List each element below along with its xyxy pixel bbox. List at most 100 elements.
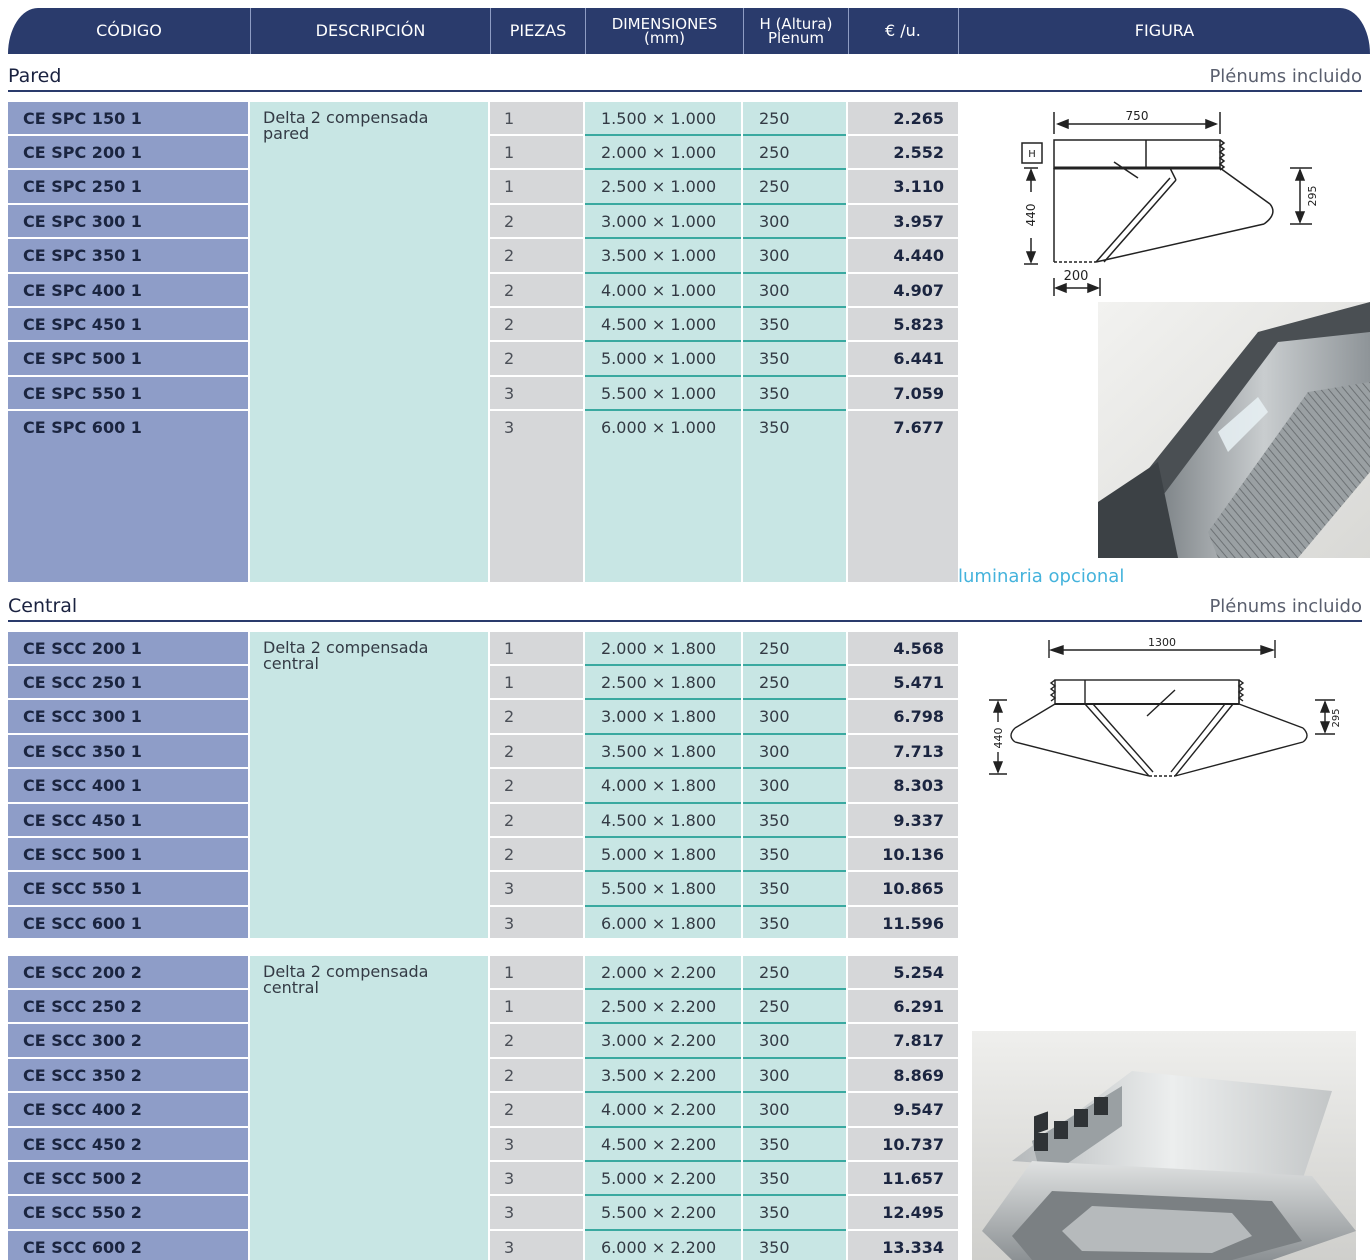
product-code: CE SPC 450 1 bbox=[8, 308, 248, 343]
dimensions: 5.000 × 1.000 bbox=[585, 343, 741, 377]
plenum-height: 350 bbox=[743, 873, 846, 907]
product-code: CE SPC 600 1 bbox=[23, 418, 142, 438]
plenum-height: 300 bbox=[743, 1025, 846, 1059]
central-hood-diagram: 1300 440 295 bbox=[989, 636, 1342, 777]
product-code: CE SCC 200 1 bbox=[8, 632, 248, 666]
plenum-height: 350 bbox=[743, 377, 846, 412]
plenum-height: 350 bbox=[743, 1197, 846, 1231]
table-row: CE SCC 500 1 2 5.000 × 1.800 350 10.136 bbox=[8, 838, 958, 873]
pieces-count: 1 bbox=[490, 956, 583, 990]
plenum-height: 350 bbox=[743, 343, 846, 377]
unit-price: 8.303 bbox=[848, 770, 958, 804]
table-row: CE SCC 600 1 3 6.000 × 1.800 350 11.596 bbox=[8, 907, 958, 941]
product-code: CE SCC 350 1 bbox=[8, 735, 248, 770]
table-row: CE SPC 550 1 3 5.500 × 1.000 350 7.059 bbox=[8, 377, 958, 412]
unit-price: 7.059 bbox=[848, 377, 958, 412]
plenum-height: 350 bbox=[743, 308, 846, 343]
unit-price: 11.657 bbox=[848, 1162, 958, 1197]
table-row: CE SPC 400 1 2 4.000 × 1.000 300 4.907 bbox=[8, 274, 958, 308]
unit-price: 11.596 bbox=[882, 913, 944, 933]
dimensions: 6.000 × 1.800 bbox=[601, 913, 717, 933]
header-piezas: PIEZAS bbox=[490, 8, 585, 54]
dimensions: 2.500 × 1.800 bbox=[585, 666, 741, 701]
pieces-count: 3 bbox=[490, 1162, 583, 1197]
dim-depth-label: 295 bbox=[1306, 186, 1319, 207]
dimensions: 2.000 × 1.000 bbox=[585, 136, 741, 171]
pieces-count: 2 bbox=[490, 804, 583, 838]
dimensions: 3.500 × 1.800 bbox=[585, 735, 741, 770]
table-row: CE SCC 300 1 2 3.000 × 1.800 300 6.798 bbox=[8, 701, 958, 735]
unit-price: 13.334 bbox=[882, 1237, 944, 1257]
dimensions: 5.000 × 1.800 bbox=[585, 838, 741, 873]
pieces-count: 2 bbox=[490, 1059, 583, 1094]
plenum-height: 300 bbox=[743, 205, 846, 240]
unit-price: 2.552 bbox=[848, 136, 958, 171]
plenum-height: 350 bbox=[743, 804, 846, 838]
plenum-height: 250 bbox=[743, 632, 846, 666]
unit-price: 8.869 bbox=[848, 1059, 958, 1094]
dimensions: 3.500 × 1.000 bbox=[585, 240, 741, 274]
pieces-count: 2 bbox=[490, 308, 583, 343]
dimensions: 4.000 × 1.800 bbox=[585, 770, 741, 804]
table-row: CE SCC 350 2 2 3.500 × 2.200 300 8.869 bbox=[8, 1059, 958, 1094]
table-row: CE SCC 200 2 1 2.000 × 2.200 250 5.254 bbox=[8, 956, 958, 990]
product-code: CE SCC 500 2 bbox=[8, 1162, 248, 1197]
section-note: Plénums incluido bbox=[1209, 66, 1362, 87]
section-note: Plénums incluido bbox=[1209, 596, 1362, 617]
plenum-height: 300 bbox=[743, 1059, 846, 1094]
product-code: CE SPC 200 1 bbox=[8, 136, 248, 171]
pieces-count: 1 bbox=[490, 990, 583, 1025]
table-row: CE SPC 500 1 2 5.000 × 1.000 350 6.441 bbox=[8, 343, 958, 377]
table-row: CE SCC 200 1 1 2.000 × 1.800 250 4.568 bbox=[8, 632, 958, 666]
plenum-height: 250 bbox=[743, 102, 846, 136]
unit-price: 10.865 bbox=[848, 873, 958, 907]
dimensions: 5.000 × 2.200 bbox=[585, 1162, 741, 1197]
product-code: CE SCC 400 2 bbox=[8, 1094, 248, 1128]
product-code: CE SPC 350 1 bbox=[8, 240, 248, 274]
plenum-height: 300 bbox=[743, 1094, 846, 1128]
dim-width-label: 750 bbox=[1126, 109, 1149, 123]
pieces-count: 1 bbox=[490, 102, 583, 136]
unit-price: 10.737 bbox=[848, 1128, 958, 1162]
dimensions: 2.000 × 1.800 bbox=[585, 632, 741, 666]
header-descripcion: DESCRIPCIÓN bbox=[250, 8, 490, 54]
section-central-heading: Central Plénums incluido bbox=[8, 594, 1362, 622]
dim-height-label: 440 bbox=[1024, 204, 1038, 227]
pared-hood-photo bbox=[1098, 302, 1370, 558]
plenum-height: 250 bbox=[743, 666, 846, 701]
section-title: Central bbox=[8, 595, 78, 617]
plenum-height: 300 bbox=[743, 240, 846, 274]
dimensions: 4.000 × 2.200 bbox=[585, 1094, 741, 1128]
table-header: CÓDIGO DESCRIPCIÓN PIEZAS DIMENSIONES (m… bbox=[8, 8, 1370, 54]
dim-depth-label: 295 bbox=[1331, 708, 1342, 727]
product-code: CE SCC 400 1 bbox=[8, 770, 248, 804]
plenum-height: 350 bbox=[743, 838, 846, 873]
plenum-height: 300 bbox=[743, 770, 846, 804]
dimensions: 6.000 × 1.000 bbox=[601, 418, 717, 438]
dim-width-label: 1300 bbox=[1148, 636, 1176, 649]
product-code: CE SCC 500 1 bbox=[8, 838, 248, 873]
pieces-count: 1 bbox=[490, 171, 583, 205]
product-code: CE SCC 450 2 bbox=[8, 1128, 248, 1162]
table-row: CE SCC 600 2 3 6.000 × 2.200 350 13.334 bbox=[8, 1231, 958, 1260]
product-code: CE SPC 500 1 bbox=[8, 343, 248, 377]
unit-price: 2.265 bbox=[848, 102, 958, 136]
pieces-count: 2 bbox=[490, 701, 583, 735]
unit-price: 7.817 bbox=[848, 1025, 958, 1059]
header-altura-plenum: H (Altura) Plenum bbox=[743, 8, 848, 54]
product-code: CE SPC 150 1 bbox=[8, 102, 248, 136]
table-row: CE SPC 350 1 2 3.500 × 1.000 300 4.440 bbox=[8, 240, 958, 274]
pieces-count: 1 bbox=[490, 632, 583, 666]
table-row: CE SPC 600 1 3 6.000 × 1.000 350 7.677 bbox=[8, 412, 958, 446]
pieces-count: 1 bbox=[490, 136, 583, 171]
plenum-height: 250 bbox=[743, 990, 846, 1025]
dimensions: 4.000 × 1.000 bbox=[585, 274, 741, 308]
header-precio: € /u. bbox=[848, 8, 958, 54]
dimensions: 3.000 × 2.200 bbox=[585, 1025, 741, 1059]
dim-front-label: 200 bbox=[1064, 269, 1089, 284]
section-pared-heading: Pared Plénums incluido bbox=[8, 64, 1362, 92]
table-row: CE SCC 350 1 2 3.500 × 1.800 300 7.713 bbox=[8, 735, 958, 770]
dimensions: 3.000 × 1.000 bbox=[585, 205, 741, 240]
table-row: CE SCC 300 2 2 3.000 × 2.200 300 7.817 bbox=[8, 1025, 958, 1059]
product-code: CE SCC 200 2 bbox=[8, 956, 248, 990]
